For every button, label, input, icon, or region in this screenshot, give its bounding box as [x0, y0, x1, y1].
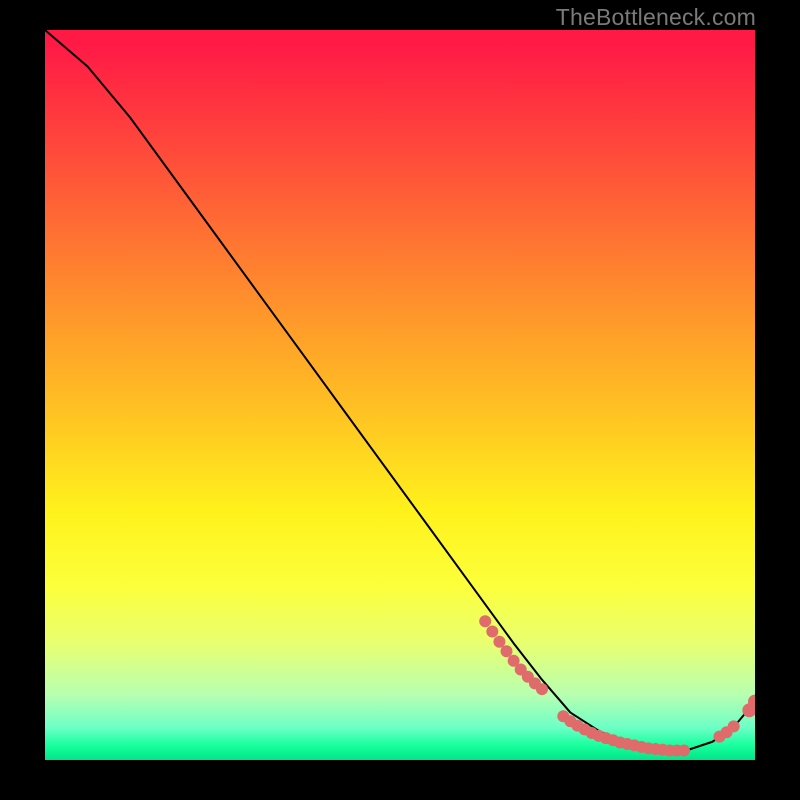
chart-frame: TheBottleneck.com: [0, 0, 800, 800]
marker-dot: [486, 626, 498, 638]
marker-dot: [536, 683, 548, 695]
chart-svg: [45, 30, 755, 760]
watermark-text: TheBottleneck.com: [556, 4, 756, 31]
plot-area: [45, 30, 755, 760]
marker-dot: [678, 745, 690, 757]
marker-dot: [479, 615, 491, 627]
marker-dot: [493, 636, 505, 648]
marker-dot: [728, 720, 740, 732]
curve-path: [45, 30, 755, 751]
marker-dot: [501, 645, 513, 657]
